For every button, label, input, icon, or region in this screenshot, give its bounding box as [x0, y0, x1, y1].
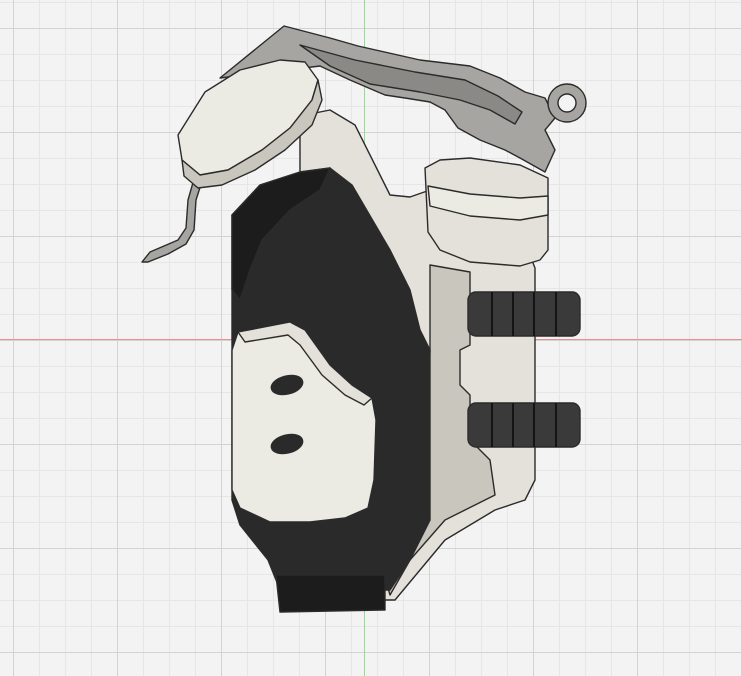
knurled-knob-top[interactable] [467, 291, 581, 337]
bottom-cap [275, 574, 386, 613]
grenade-model[interactable] [0, 0, 742, 676]
pull-ring-hole [557, 93, 577, 113]
3d-viewport[interactable] [0, 0, 742, 676]
knurled-knob-bottom[interactable] [467, 402, 581, 448]
